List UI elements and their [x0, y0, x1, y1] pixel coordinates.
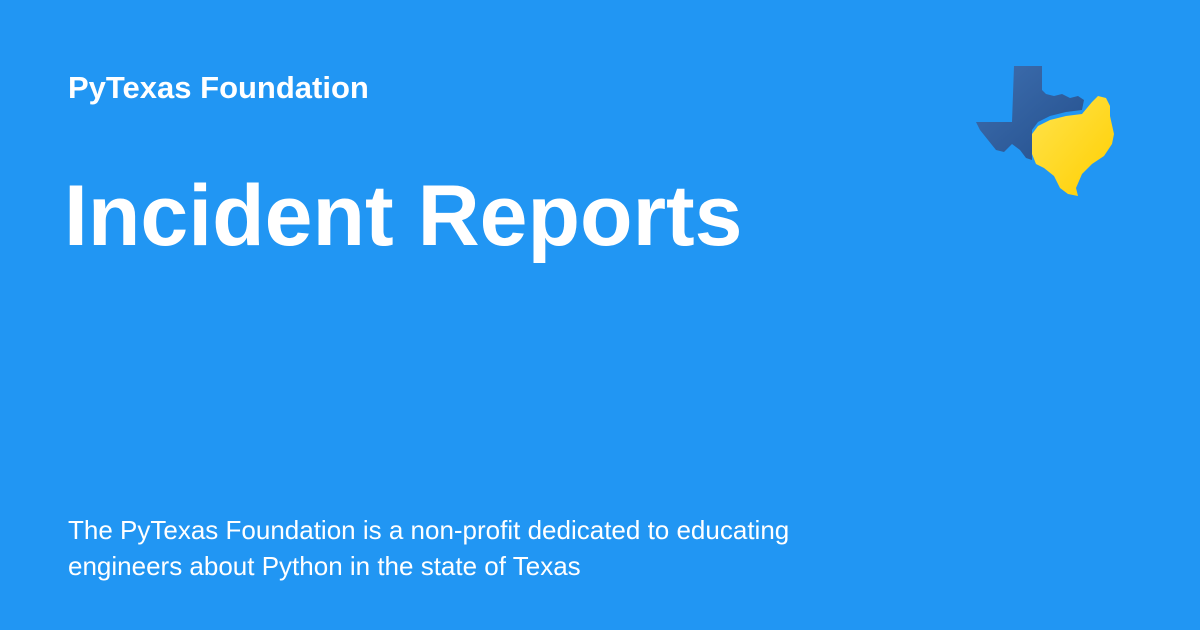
site-name: PyTexas Foundation [68, 70, 369, 105]
site-description: The PyTexas Foundation is a non-profit d… [68, 515, 790, 581]
social-card: PyTexas Foundation Incident Reports The … [0, 0, 1200, 630]
pytexas-logo-icon [974, 64, 1118, 200]
page-title: Incident Reports [64, 168, 743, 264]
